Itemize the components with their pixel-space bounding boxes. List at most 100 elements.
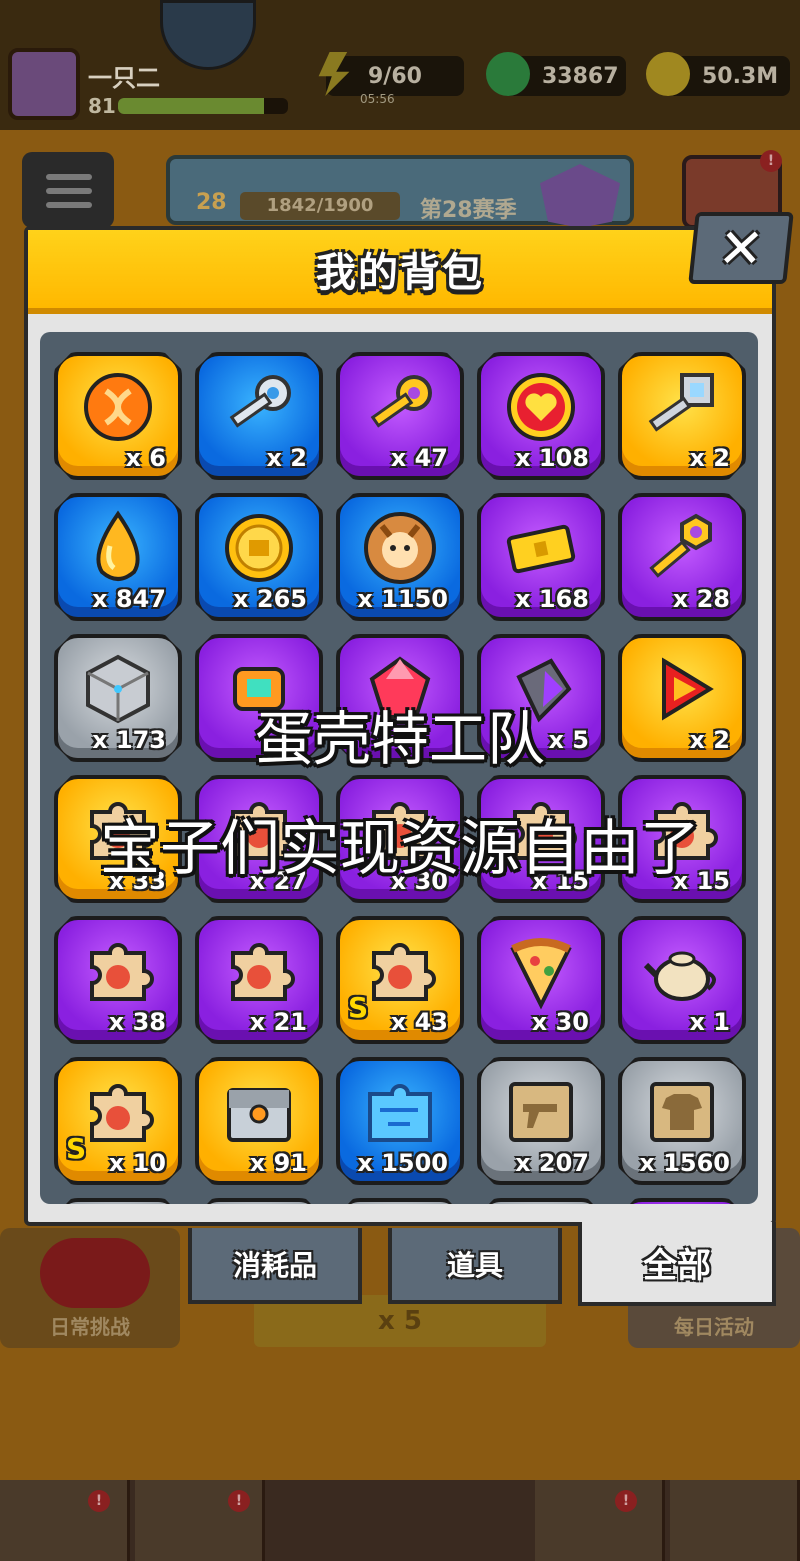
dog-cookie-icon bbox=[358, 506, 442, 594]
backpack-item-pizza-slice[interactable]: x 30 bbox=[477, 916, 605, 1044]
daily-challenge-label: 日常挑战 bbox=[50, 1315, 130, 1339]
rank-s-label: S bbox=[348, 991, 369, 1024]
backpack-item-treasure-chest[interactable]: x 91 bbox=[195, 1057, 323, 1185]
daily-activity-label: 每日活动 bbox=[674, 1315, 754, 1339]
close-button[interactable]: ✕ bbox=[688, 212, 794, 284]
treasure-chest-icon bbox=[217, 1070, 301, 1158]
item-quantity: x 43 bbox=[390, 1008, 448, 1036]
menu-button[interactable] bbox=[22, 152, 114, 228]
season-name: 第28赛季 bbox=[420, 198, 517, 223]
puzzle-piece-icon bbox=[217, 929, 301, 1017]
item-quantity: x 47 bbox=[390, 444, 448, 472]
orange-dna-orb-icon bbox=[76, 365, 160, 453]
coin-counter[interactable]: 50.3M bbox=[646, 52, 790, 96]
crystal-key-icon bbox=[640, 365, 724, 453]
backpack-item-row7-5[interactable] bbox=[618, 1198, 746, 1204]
item-quantity: x 168 bbox=[515, 585, 589, 613]
menu-line-icon bbox=[46, 188, 92, 194]
backpack-item-row7-4[interactable] bbox=[477, 1198, 605, 1204]
backpack-item-gold-key[interactable]: x 47 bbox=[336, 352, 464, 480]
heart-medal-icon bbox=[499, 365, 583, 453]
energy-value: 9/60 bbox=[368, 63, 422, 89]
item-quantity: x 10 bbox=[108, 1149, 166, 1177]
pizza-slice-icon bbox=[499, 929, 583, 1017]
backpack-item-teapot[interactable]: x 1 bbox=[618, 916, 746, 1044]
energy-counter[interactable]: 9/60 bbox=[318, 52, 464, 96]
backpack-item-row7-2[interactable] bbox=[195, 1198, 323, 1204]
player-avatar[interactable] bbox=[8, 48, 80, 120]
backpack-item-golden-drop[interactable]: x 847 bbox=[54, 493, 182, 621]
gold-key-icon bbox=[358, 365, 442, 453]
gold-ticket-icon bbox=[499, 506, 583, 594]
nav-hero-button[interactable] bbox=[535, 1480, 665, 1561]
coin-value: 50.3M bbox=[702, 63, 779, 89]
item-quantity: x 2 bbox=[266, 444, 307, 472]
tab-consumables[interactable]: 消耗品 bbox=[188, 1228, 362, 1304]
caption-line-2: 宝子们实现资源自由了 bbox=[100, 814, 700, 884]
notification-dot-icon: ! bbox=[615, 1490, 637, 1512]
backpack-item-blue-puzzle[interactable]: x 1500 bbox=[336, 1057, 464, 1185]
gem-counter[interactable]: 33867 bbox=[486, 52, 626, 96]
bottom-nav bbox=[0, 1480, 800, 1561]
item-quantity: x 108 bbox=[515, 444, 589, 472]
item-quantity: x 1500 bbox=[357, 1149, 448, 1177]
player-level: 81 bbox=[88, 94, 116, 118]
puzzle-piece-icon bbox=[358, 929, 442, 1017]
backpack-item-row7-3[interactable] bbox=[336, 1198, 464, 1204]
blue-puzzle-icon bbox=[358, 1070, 442, 1158]
backpack-item-crystal-key[interactable]: x 2 bbox=[618, 352, 746, 480]
notification-dot-icon: ! bbox=[760, 150, 782, 172]
backpack-item-dog-cookie[interactable]: x 1150 bbox=[336, 493, 464, 621]
backpack-item-silver-key[interactable]: x 2 bbox=[195, 352, 323, 480]
backpack-item-orange-dna-token[interactable]: x 6 bbox=[54, 352, 182, 480]
gem-value: 33867 bbox=[542, 63, 619, 89]
gold-coin-icon bbox=[217, 506, 301, 594]
coin-icon bbox=[646, 52, 690, 96]
item-quantity: x 847 bbox=[92, 585, 166, 613]
backpack-item-heart-medal[interactable]: x 108 bbox=[477, 352, 605, 480]
backpack-item-puzzle-pinkhair[interactable]: x 21 bbox=[195, 916, 323, 1044]
item-quantity: x 6 bbox=[125, 444, 166, 472]
nav-map-button[interactable] bbox=[670, 1480, 800, 1561]
backpack-item-puzzle-skull-s[interactable]: Sx 43 bbox=[336, 916, 464, 1044]
backpack-item-gun-blueprint[interactable]: x 207 bbox=[477, 1057, 605, 1185]
item-quantity: x 1560 bbox=[639, 1149, 730, 1177]
backpack-item-hex-key[interactable]: x 28 bbox=[618, 493, 746, 621]
caption-line-1: 蛋壳特工队 bbox=[254, 705, 545, 773]
backpack-item-puzzle-redhead[interactable]: x 38 bbox=[54, 916, 182, 1044]
backpack-title: 我的背包 bbox=[316, 250, 484, 296]
notification-dot-icon: ! bbox=[228, 1490, 250, 1512]
menu-line-icon bbox=[46, 174, 92, 180]
item-quantity: x 207 bbox=[515, 1149, 589, 1177]
hex-key-icon bbox=[640, 506, 724, 594]
backpack-item-gold-ticket[interactable]: x 168 bbox=[477, 493, 605, 621]
backpack-item-row7-1[interactable] bbox=[54, 1198, 182, 1204]
nav-shop-button[interactable] bbox=[0, 1480, 130, 1561]
item-quantity: x 38 bbox=[108, 1008, 166, 1036]
gun-scroll-icon bbox=[499, 1070, 583, 1158]
silver-key-icon bbox=[217, 365, 301, 453]
item-quantity: x 2 bbox=[689, 444, 730, 472]
tab-items[interactable]: 道具 bbox=[388, 1228, 562, 1304]
season-progress: 1842/1900 bbox=[240, 192, 400, 220]
energy-timer: 05:56 bbox=[360, 92, 395, 106]
golden-drop-icon bbox=[76, 506, 160, 594]
backpack-item-shirt-blueprint[interactable]: x 1560 bbox=[618, 1057, 746, 1185]
xp-bar bbox=[118, 98, 288, 114]
rank-s-label: S bbox=[66, 1132, 87, 1165]
shirt-scroll-icon bbox=[640, 1070, 724, 1158]
menu-line-icon bbox=[46, 202, 92, 208]
player-name: 一只二 bbox=[88, 64, 160, 92]
backpack-item-gold-coin[interactable]: x 265 bbox=[195, 493, 323, 621]
notification-dot-icon: ! bbox=[88, 1490, 110, 1512]
close-icon: ✕ bbox=[715, 216, 767, 280]
puzzle-piece-icon bbox=[76, 929, 160, 1017]
item-grid-inner: x 6 x 2 x 47 x 108 x 2 x 847 x 265 x 1150 x 168 x… bbox=[54, 352, 746, 1204]
tab-all[interactable]: 全部 bbox=[578, 1222, 776, 1306]
item-quantity: x 1150 bbox=[357, 585, 448, 613]
item-quantity: x 1 bbox=[689, 1008, 730, 1036]
boxing-glove-icon bbox=[40, 1238, 150, 1308]
backpack-item-puzzle-blonde-s[interactable]: Sx 10 bbox=[54, 1057, 182, 1185]
item-quantity: x 265 bbox=[233, 585, 307, 613]
item-quantity: x 28 bbox=[672, 585, 730, 613]
